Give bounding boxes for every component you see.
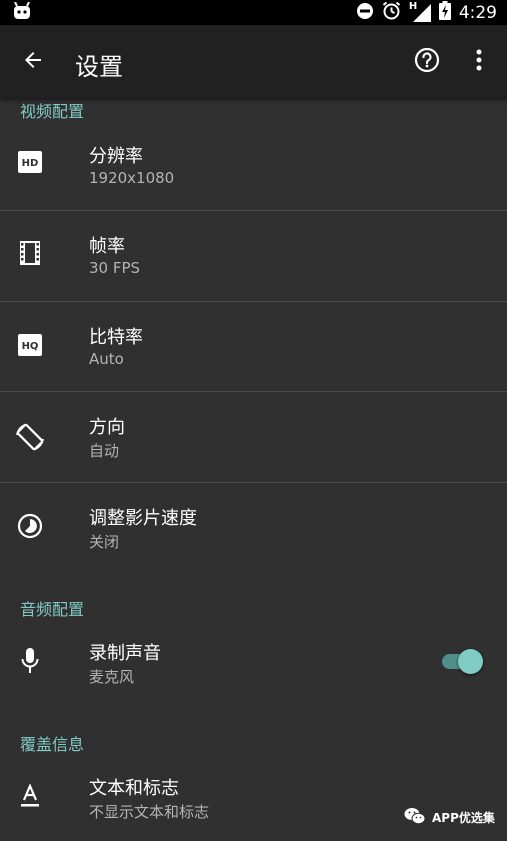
setting-label: 分辨率 [89,146,143,167]
do-not-disturb-icon [356,2,374,24]
setting-value: 不显示文本和标志 [89,803,210,821]
setting-value: Auto [89,350,124,368]
screen-rotation-icon [14,421,46,453]
text-format-icon [16,782,44,810]
setting-label: 录制声音 [89,643,161,664]
alarm-icon [382,1,401,24]
network-type-label: H [408,0,418,12]
timelapse-icon [16,512,44,540]
setting-value: 自动 [89,442,120,460]
signal-icon: H [408,0,431,22]
toggle-thumb [458,649,483,674]
watermark-text: APP优选集 [432,811,495,825]
help-icon [414,47,440,77]
page-title: 设置 [75,53,123,81]
battery-icon [438,1,451,24]
setting-frame-rate[interactable]: 帧率 30 FPS [0,211,507,301]
back-button[interactable] [18,47,48,77]
setting-orientation[interactable]: 方向 自动 [0,392,507,482]
setting-label: 文本和标志 [89,778,179,799]
record-audio-toggle[interactable] [440,646,484,676]
setting-playback-speed[interactable]: 调整影片速度 关闭 [0,483,507,573]
setting-value: 关闭 [89,533,120,551]
mic-icon [16,647,44,675]
section-header-video: 视频配置 [20,102,85,121]
section-header-overlay: 覆盖信息 [20,735,85,754]
section-header-audio: 音频配置 [20,600,85,619]
hq-icon: HQ [16,331,44,359]
setting-label: 调整影片速度 [89,508,197,529]
help-button[interactable] [412,47,442,77]
setting-record-audio[interactable]: 录制声音 麦克风 [0,618,507,708]
watermark: APP优选集 [404,807,495,828]
wechat-icon [404,807,426,828]
hd-icon: HD [16,148,44,176]
settings-list[interactable]: 视频配置 HD 分辨率 1920x1080 帧率 30 FPS HQ 比特率 A… [0,98,507,841]
film-icon [16,239,44,267]
status-bar: H 4:29 [0,0,507,25]
more-options-button[interactable] [465,47,493,77]
setting-value: 麦克风 [89,668,135,686]
setting-label: 比特率 [89,327,143,348]
status-time: 4:29 [458,2,497,23]
app-bar: 设置 [0,25,507,98]
setting-label: 方向 [89,417,125,438]
arrow-back-icon [21,48,45,76]
setting-value: 30 FPS [89,259,141,277]
setting-resolution[interactable]: HD 分辨率 1920x1080 [0,120,507,210]
svg-text:HQ: HQ [22,341,39,352]
setting-label: 帧率 [89,236,125,257]
more-vert-icon [476,49,482,75]
android-notification-icon [12,1,32,24]
setting-value: 1920x1080 [89,169,175,187]
setting-bitrate[interactable]: HQ 比特率 Auto [0,302,507,392]
svg-text:HD: HD [22,158,39,169]
